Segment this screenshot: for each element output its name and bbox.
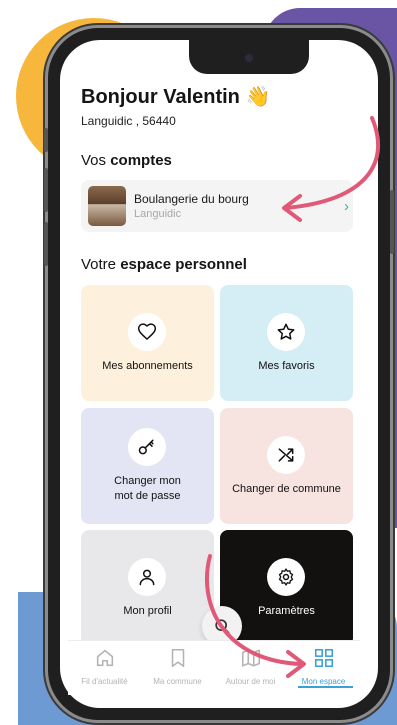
- heart-icon: [128, 313, 166, 351]
- key-icon: [128, 428, 166, 466]
- location-text: Languidic , 56440: [81, 114, 176, 128]
- tile-label: Mon profil: [123, 605, 172, 617]
- search-icon: [215, 619, 230, 634]
- tile-mes-abonnements[interactable]: Mes abonnements: [81, 285, 214, 401]
- account-name: Boulangerie du bourg: [134, 192, 249, 206]
- grid-icon: [314, 648, 333, 668]
- tile-mes-favoris[interactable]: Mes favoris: [220, 285, 353, 401]
- chevron-right-icon: ›: [344, 198, 349, 215]
- phone-power-button: [390, 190, 394, 254]
- home-icon: [96, 649, 113, 667]
- phone-notch: [189, 40, 309, 74]
- tile-label: Changer de commune: [232, 483, 341, 495]
- tile-label-line2: mot de passe: [114, 490, 181, 502]
- tab-label: Autour de moi: [225, 677, 276, 686]
- account-card[interactable]: Boulangerie du bourg Languidic ›: [81, 180, 353, 232]
- bookmark-icon: [171, 648, 184, 668]
- user-icon: [128, 558, 166, 596]
- tile-changer-de-commune[interactable]: Changer de commune: [220, 408, 353, 524]
- tile-label: Paramètres: [258, 605, 315, 617]
- tab-mon-espace[interactable]: Mon espace: [287, 647, 360, 686]
- account-thumbnail: [88, 186, 126, 226]
- personal-space-heading: Votre espace personnel: [81, 256, 247, 273]
- tile-label: Mes abonnements: [102, 360, 193, 372]
- phone-mute-switch: [44, 128, 48, 152]
- tile-changer-mot-de-passe[interactable]: Changer mon mot de passe: [81, 408, 214, 524]
- tab-fil-actualite[interactable]: Fil d'actualité: [68, 647, 141, 686]
- tab-autour-de-moi[interactable]: Autour de moi: [214, 647, 287, 686]
- tab-label: Ma commune: [153, 677, 202, 686]
- tab-ma-commune[interactable]: Ma commune: [141, 647, 214, 686]
- greeting-title: Bonjour Valentin 👋: [81, 86, 271, 108]
- tile-label-line1: Changer mon: [114, 475, 181, 487]
- star-icon: [267, 313, 305, 351]
- accounts-heading: Vos comptes: [81, 152, 172, 169]
- tile-label: Mes favoris: [258, 360, 315, 372]
- phone-volume-down: [44, 222, 48, 266]
- tab-label: Mon espace: [301, 677, 346, 686]
- active-tab-indicator: [298, 686, 353, 688]
- phone-volume-up: [44, 168, 48, 212]
- shuffle-icon: [267, 436, 305, 474]
- map-icon: [241, 649, 260, 667]
- tab-label: Fil d'actualité: [81, 677, 128, 686]
- tile-mon-profil[interactable]: Mon profil: [81, 530, 214, 646]
- account-city: Languidic: [134, 208, 182, 220]
- gear-icon: [267, 558, 305, 596]
